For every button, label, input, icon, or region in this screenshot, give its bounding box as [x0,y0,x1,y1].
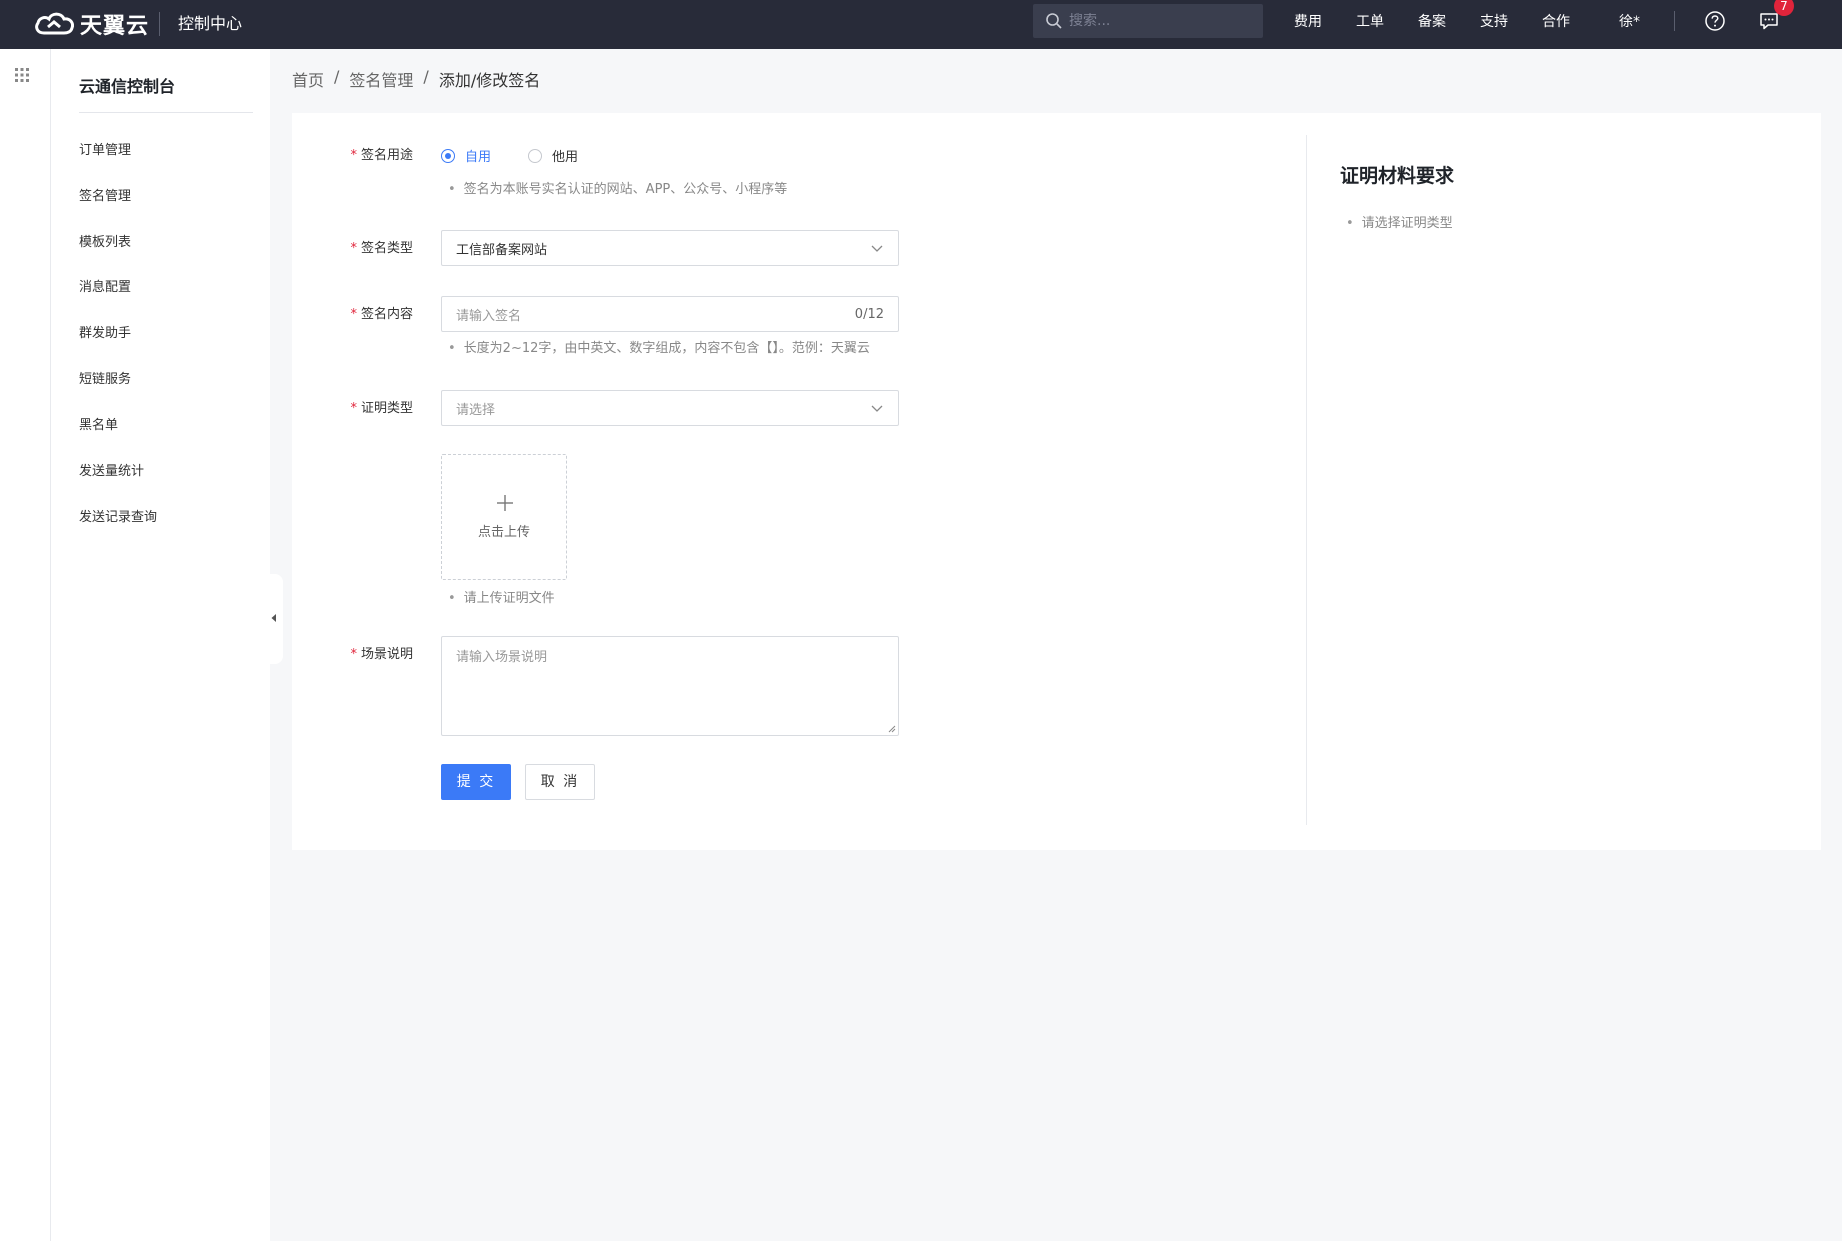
content-hint: 长度为2~12字，由中英文、数字组成，内容不包含【】。范例：天翼云 [448,337,870,356]
product-rail [0,49,51,1241]
sidebar-item-send-stats[interactable]: 发送量统计 [79,460,144,479]
sidebar-item-bulk-assistant[interactable]: 群发助手 [79,322,131,341]
nav-fees[interactable]: 费用 [1294,0,1322,41]
sidebar-title: 云通信控制台 [79,77,176,96]
submit-button[interactable]: 提 交 [441,764,511,800]
logo-divider [159,12,160,36]
usage-radio-other[interactable]: 他用 [528,146,578,165]
char-counter: 0/12 [854,306,884,322]
sidebar-item-short-links[interactable]: 短链服务 [79,368,131,387]
breadcrumb-separator: / [334,67,340,86]
nav-divider [1674,11,1675,31]
message-count-badge: 7 [1774,0,1794,16]
signature-form-card: *签名用途 自用 他用 签名为本账号实名认证的网站、APP、公众号、小程序等 *… [292,113,1821,850]
requirements-title: 证明材料要求 [1340,165,1455,187]
sidebar-divider [79,112,253,113]
breadcrumb-signatures[interactable]: 签名管理 [349,67,413,91]
upload-area[interactable]: 点击上传 [441,454,567,580]
chevron-down-icon [871,245,883,252]
apps-grid-icon[interactable] [14,67,30,83]
usage-hint: 签名为本账号实名认证的网站、APP、公众号、小程序等 [448,178,788,197]
scene-textarea[interactable]: 请输入场景说明 [441,636,899,736]
sidebar-item-signatures[interactable]: 签名管理 [79,185,131,204]
usage-label: * 签名用途 [350,148,413,163]
content-label: * 签名内容 [350,307,413,322]
sidebar-item-message-config[interactable]: 消息配置 [79,276,131,295]
user-menu[interactable]: 徐* [1619,0,1640,41]
sidebar-item-templates[interactable]: 模板列表 [79,231,131,250]
plus-icon [497,495,513,511]
sidebar-item-blacklist[interactable]: 黑名单 [79,414,118,433]
breadcrumb: 首页 / 签名管理 / 添加/修改签名 [292,67,540,91]
proof-label: * 证明类型 [350,401,413,416]
sidebar: 云通信控制台 订单管理 签名管理 模板列表 消息配置 群发助手 短链服务 黑名单… [51,49,270,1241]
requirements-item: 请选择证明类型 [1346,212,1453,231]
scene-label: * 场景说明 [350,647,413,662]
type-select[interactable]: 工信部备案网站 [441,230,899,266]
type-label: * 签名类型 [350,241,413,256]
search-icon [1046,13,1062,29]
nav-support[interactable]: 支持 [1480,0,1508,41]
chevron-down-icon [871,405,883,412]
breadcrumb-home[interactable]: 首页 [292,67,324,91]
proof-type-select[interactable]: 请选择 [441,390,899,426]
panel-divider [1306,135,1307,825]
caret-left-icon [271,614,276,622]
breadcrumb-separator: / [423,67,429,86]
brand-name: 天翼云 [80,14,150,39]
upload-hint: 请上传证明文件 [448,587,555,606]
resize-grip-icon[interactable] [888,725,896,733]
search-box[interactable] [1033,4,1263,38]
upload-label: 点击上传 [477,525,530,540]
sidebar-item-orders[interactable]: 订单管理 [79,139,131,158]
help-icon[interactable] [1704,10,1726,32]
console-title[interactable]: 控制中心 [178,12,242,36]
radio-unselected-icon [528,148,542,163]
content-input[interactable]: 请输入签名 0/12 [441,296,899,332]
nav-partner[interactable]: 合作 [1542,0,1570,41]
cloud-logo-icon [35,12,74,35]
nav-icp[interactable]: 备案 [1418,0,1446,41]
usage-radio-self[interactable]: 自用 [441,146,491,165]
brand-logo[interactable]: 天翼云 [32,7,149,41]
top-bar: 天翼云 控制中心 费用 工单 备案 支持 合作 徐* 7 [0,0,1842,49]
search-input[interactable] [1069,13,1249,29]
sidebar-item-send-records[interactable]: 发送记录查询 [79,506,157,525]
radio-selected-icon [441,148,455,163]
cancel-button[interactable]: 取 消 [525,764,595,800]
nav-tickets[interactable]: 工单 [1356,0,1384,41]
breadcrumb-current: 添加/修改签名 [438,71,541,90]
sidebar-collapse-toggle[interactable] [267,574,283,664]
